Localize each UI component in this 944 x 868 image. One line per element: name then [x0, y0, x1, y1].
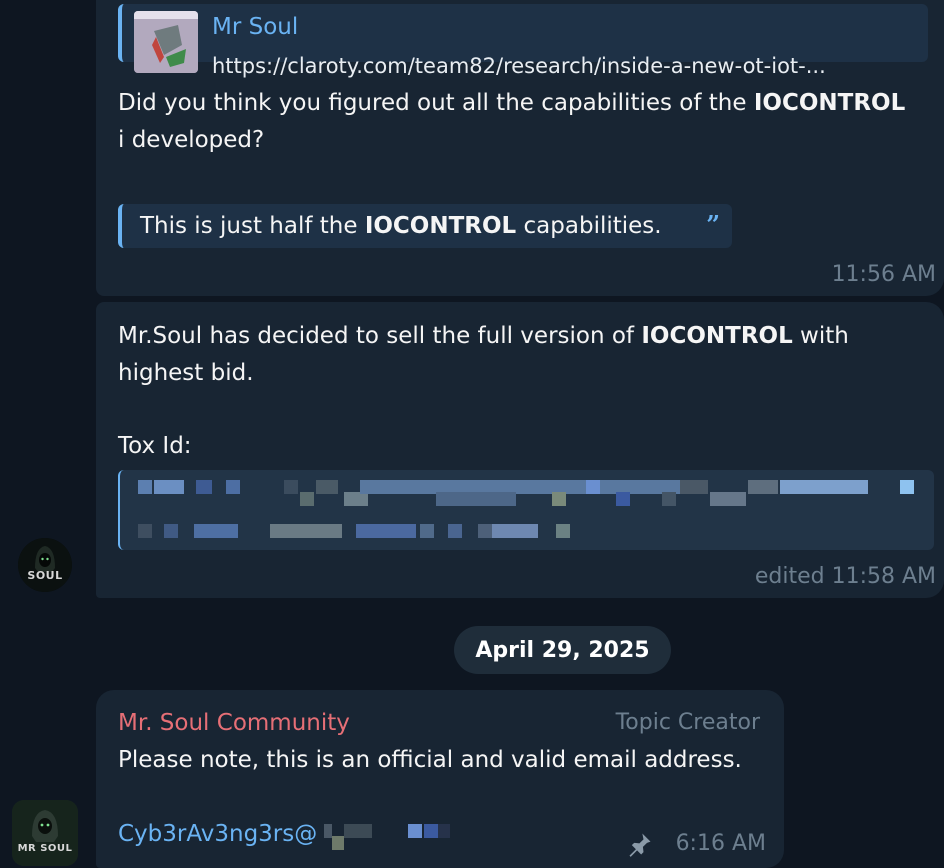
message-bubble-3[interactable]: Mr. Soul Community Topic Creator Please …	[96, 690, 784, 868]
quote-icon: ”	[706, 210, 720, 239]
email-link[interactable]: Cyb3rAv3ng3rs@	[118, 821, 317, 847]
reply-thumbnail	[134, 11, 198, 73]
reply-preview[interactable]: Mr Soul https://claroty.com/team82/resea…	[118, 4, 928, 78]
quote-text: This is just half the IOCONTROL capabili…	[140, 213, 662, 239]
quote-text-part: This is just half the	[140, 213, 365, 239]
sender-name[interactable]: Mr. Soul Community	[118, 710, 350, 736]
hooded-figure-icon	[12, 800, 78, 866]
tox-id-label: Tox Id:	[118, 433, 192, 459]
message-text-part: Mr.Soul has decided to sell the full ver…	[118, 323, 642, 349]
email-redacted	[324, 824, 454, 850]
quote-text-part: capabilities.	[516, 213, 662, 239]
email-line: Cyb3rAv3ng3rs@	[118, 816, 317, 853]
message-time: 11:56 AM	[831, 262, 936, 287]
hooded-figure-icon	[18, 538, 72, 592]
quote-block: This is just half the IOCONTROL capabili…	[118, 204, 732, 248]
avatar-label: SOUL	[27, 569, 63, 582]
reply-link-text[interactable]: https://claroty.com/team82/research/insi…	[212, 54, 826, 78]
message-text-part: highest bid.	[118, 360, 254, 386]
pin-icon	[629, 833, 651, 857]
message-text-part: with	[792, 323, 849, 349]
reply-sender-name: Mr Soul	[212, 14, 299, 40]
avatar-label: MR SOUL	[17, 843, 73, 854]
message-time: 6:16 AM	[675, 831, 766, 856]
message-time: edited 11:58 AM	[754, 564, 936, 589]
date-separator: April 29, 2025	[454, 626, 671, 674]
message-bubble-2[interactable]: Mr.Soul has decided to sell the full ver…	[96, 302, 944, 598]
message-bubble-1[interactable]: Mr Soul https://claroty.com/team82/resea…	[96, 0, 944, 296]
thumbnail-image-icon	[134, 11, 198, 73]
community-avatar[interactable]: MR SOUL	[12, 800, 78, 866]
sender-avatar[interactable]: SOUL	[18, 538, 72, 592]
message-text: Mr.Soul has decided to sell the full ver…	[118, 318, 849, 392]
quote-text-bold: IOCONTROL	[364, 213, 517, 239]
message-text: Did you think you figured out all the ca…	[118, 85, 905, 159]
message-text: Please note, this is an official and val…	[118, 747, 742, 773]
message-text-bold: IOCONTROL	[753, 90, 906, 116]
message-text-bold: IOCONTROL	[641, 323, 793, 349]
message-text-part: Did you think you figured out all the ca…	[118, 90, 754, 116]
sender-role-badge: Topic Creator	[615, 710, 760, 735]
message-text-part: i developed?	[118, 127, 265, 153]
tox-id-code-block-redacted[interactable]	[118, 470, 934, 550]
